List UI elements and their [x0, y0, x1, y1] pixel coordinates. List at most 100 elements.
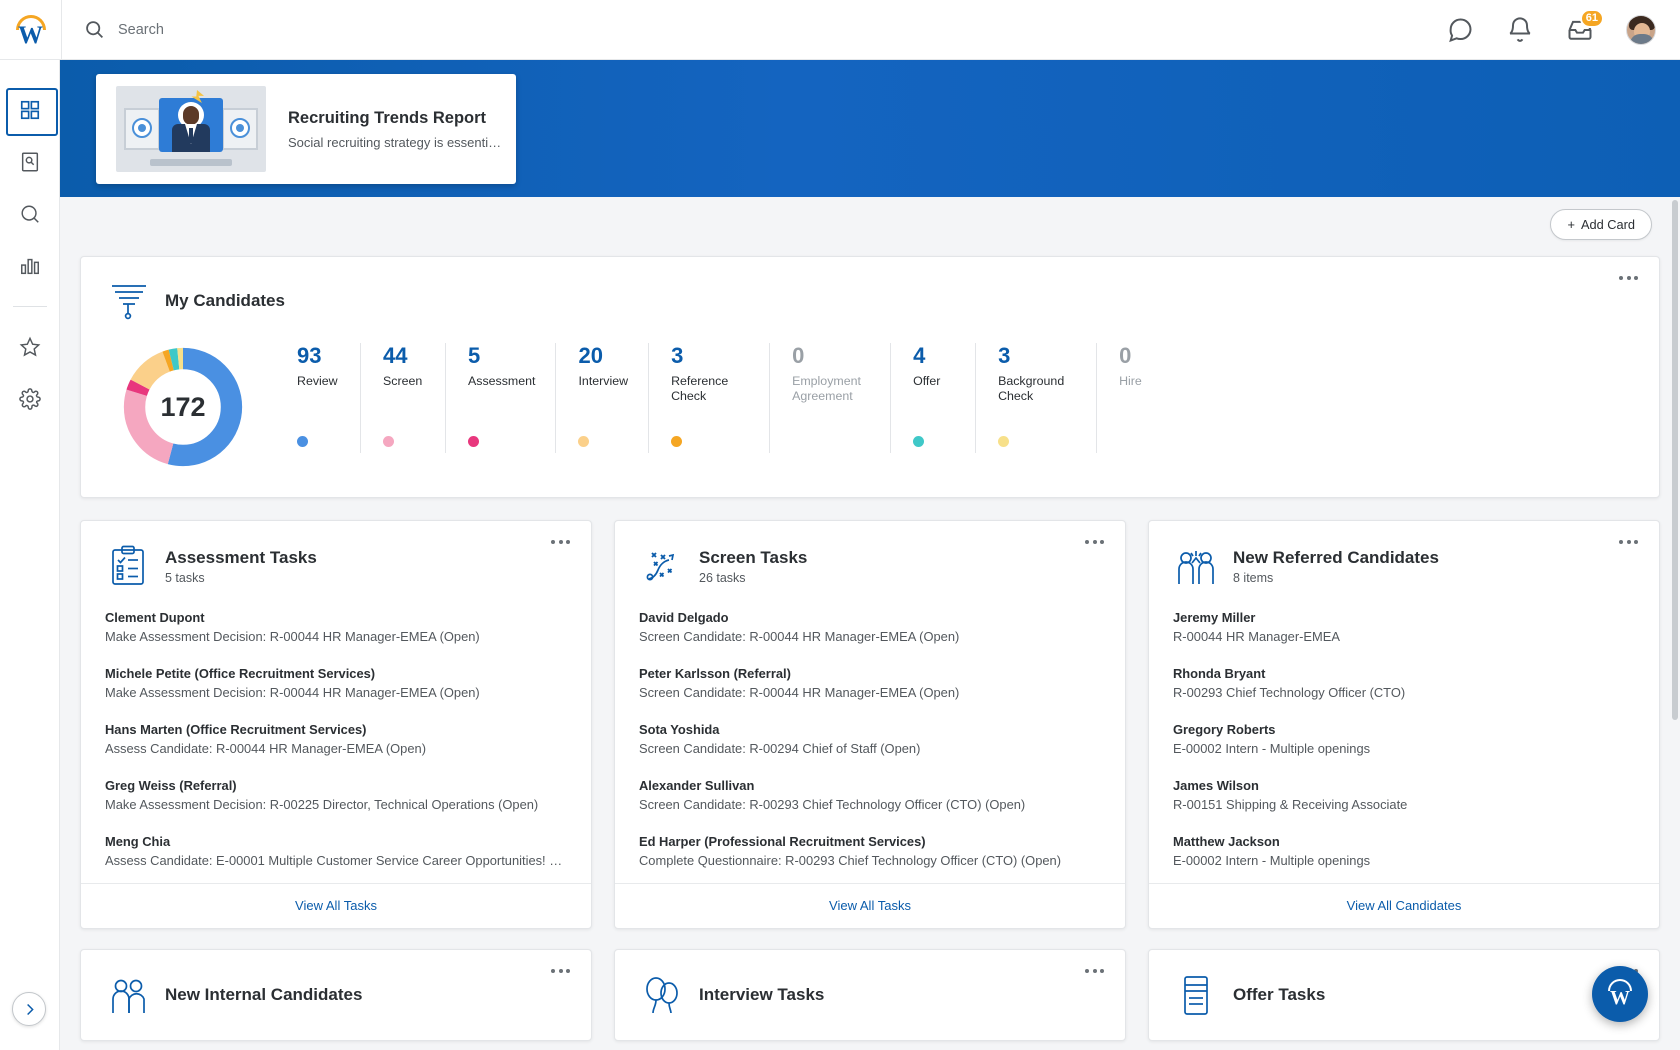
dashboard-icon	[19, 99, 41, 121]
card-footer: View All Tasks	[81, 883, 591, 928]
item-name: Hans Marten (Office Recruitment Services…	[105, 721, 567, 738]
page-scrollbar[interactable]	[1672, 200, 1678, 720]
stat-label: Background Check	[998, 374, 1076, 404]
search-input[interactable]: Search	[118, 22, 164, 38]
new-internal-candidates-card: New Internal Candidates	[80, 949, 592, 1041]
item-description: R-00151 Shipping & Receiving Associate	[1173, 796, 1635, 813]
stat-assessment[interactable]: 5Assessment	[445, 343, 555, 453]
main-content: + Add Card My Candidates 172 93Review44S…	[60, 197, 1680, 1050]
card-menu-button[interactable]	[1080, 535, 1109, 549]
item-name: Ed Harper (Professional Recruitment Serv…	[639, 833, 1101, 850]
search-bar[interactable]: Search	[84, 19, 1446, 40]
card-menu-button[interactable]	[1614, 271, 1643, 285]
card-footer: View All Candidates	[1149, 883, 1659, 928]
chat-icon[interactable]	[1446, 16, 1474, 44]
avatar[interactable]	[1626, 15, 1656, 45]
list-item[interactable]: Meng ChiaAssess Candidate: E-00001 Multi…	[105, 833, 567, 869]
item-name: Gregory Roberts	[1173, 721, 1635, 738]
stat-label: Employment Agreement	[792, 374, 870, 404]
item-description: Screen Candidate: R-00293 Chief Technolo…	[639, 796, 1101, 813]
item-name: Greg Weiss (Referral)	[105, 777, 567, 794]
stat-employment-agreement[interactable]: 0 Employment Agreement	[769, 343, 890, 453]
item-description: R-00293 Chief Technology Officer (CTO)	[1173, 684, 1635, 701]
star-icon	[19, 336, 41, 358]
banner-card[interactable]: Recruiting Trends Report Social recruiti…	[96, 74, 516, 184]
sidebar-item-settings[interactable]	[0, 373, 60, 425]
magnifier-icon	[19, 203, 41, 225]
list-item[interactable]: Ed Harper (Professional Recruitment Serv…	[639, 833, 1101, 869]
balloons-icon	[639, 972, 685, 1018]
list-item[interactable]: Matthew JacksonE-00002 Intern - Multiple…	[1173, 833, 1635, 869]
left-rail	[0, 60, 60, 1050]
stat-screen[interactable]: 44Screen	[360, 343, 445, 453]
banner-subtitle: Social recruiting strategy is essenti…	[288, 135, 501, 150]
stat-value: 0	[792, 343, 870, 369]
item-name: Matthew Jackson	[1173, 833, 1635, 850]
stat-review[interactable]: 93Review	[275, 343, 360, 453]
stat-reference-check[interactable]: 3Reference Check	[648, 343, 769, 453]
stat-hire[interactable]: 0Hire	[1096, 343, 1181, 453]
chevron-right-icon	[22, 1002, 37, 1017]
list-item[interactable]: Jeremy MillerR-00044 HR Manager-EMEA	[1173, 609, 1635, 645]
card-title: Interview Tasks	[699, 985, 824, 1005]
banner: Recruiting Trends Report Social recruiti…	[60, 60, 1680, 197]
inbox-badge: 61	[1580, 9, 1604, 28]
sidebar-item-analytics[interactable]	[0, 240, 60, 292]
view-all-link[interactable]: View All Tasks	[295, 898, 377, 913]
stat-background-check[interactable]: 3Background Check	[975, 343, 1096, 453]
list-item[interactable]: Michele Petite (Office Recruitment Servi…	[105, 665, 567, 701]
donut-total: 172	[119, 343, 247, 471]
donut-chart[interactable]: 172	[119, 343, 247, 471]
sidebar-item-reports[interactable]	[0, 136, 60, 188]
stat-label: Screen	[383, 374, 425, 389]
list-item[interactable]: Greg Weiss (Referral) Make Assessment Dec…	[105, 777, 567, 813]
stat-offer[interactable]: 4Offer	[890, 343, 975, 453]
stat-value: 20	[578, 343, 628, 369]
toolbar: + Add Card	[60, 197, 1680, 240]
search-icon	[84, 19, 105, 40]
card-title: Offer Tasks	[1233, 985, 1325, 1005]
list-item[interactable]: Gregory RobertsE-00002 Intern - Multiple…	[1173, 721, 1635, 757]
card-title: My Candidates	[165, 291, 285, 311]
stat-interview[interactable]: 20Interview	[555, 343, 648, 453]
add-card-button[interactable]: + Add Card	[1550, 209, 1652, 240]
item-description: Make Assessment Decision: R-00225 Direct…	[105, 796, 567, 813]
stat-color-dot	[913, 436, 924, 447]
list-item[interactable]: James WilsonR-00151 Shipping & Receiving…	[1173, 777, 1635, 813]
expand-menu-button[interactable]	[12, 992, 46, 1026]
item-description: R-00044 HR Manager-EMEA	[1173, 628, 1635, 645]
card-menu-button[interactable]	[546, 964, 575, 978]
stat-value: 3	[671, 343, 749, 369]
sidebar-item-dashboard[interactable]	[0, 84, 60, 136]
inbox-icon[interactable]: 61	[1566, 16, 1594, 44]
stat-value: 93	[297, 343, 340, 369]
stat-color-dot	[383, 436, 394, 447]
card-menu-button[interactable]	[1080, 964, 1109, 978]
add-card-label: Add Card	[1581, 217, 1635, 232]
workday-assistant-button[interactable]: W	[1592, 966, 1648, 1022]
card-menu-button[interactable]	[1614, 535, 1643, 549]
workday-logo[interactable]: W	[0, 0, 62, 60]
view-all-link[interactable]: View All Tasks	[829, 898, 911, 913]
stat-color-dot	[297, 436, 308, 447]
card-menu-button[interactable]	[546, 535, 575, 549]
sidebar-item-favorites[interactable]	[0, 321, 60, 373]
list-item[interactable]: David DelgadoScreen Candidate: R-00044 H…	[639, 609, 1101, 645]
list-item[interactable]: Sota YoshidaScreen Candidate: R-00294 Ch…	[639, 721, 1101, 757]
list-item[interactable]: Hans Marten (Office Recruitment Services…	[105, 721, 567, 757]
bell-icon[interactable]	[1506, 16, 1534, 44]
clipboard-check-icon	[105, 543, 151, 589]
list-item[interactable]: Alexander Sullivan Screen Candidate: R-00…	[639, 777, 1101, 813]
item-description: Complete Questionnaire: R-00293 Chief Te…	[639, 852, 1101, 869]
view-all-link[interactable]: View All Candidates	[1347, 898, 1462, 913]
item-name: Alexander Sullivan	[639, 777, 1101, 794]
stat-color-dot	[468, 436, 479, 447]
list-item[interactable]: Peter Karlsson (Referral)Screen Candidat…	[639, 665, 1101, 701]
screen-tasks-card: Screen Tasks26 tasksDavid DelgadoScreen …	[614, 520, 1126, 929]
list-item[interactable]: Clement DupontMake Assessment Decision: …	[105, 609, 567, 645]
stat-value: 5	[468, 343, 535, 369]
card-grid: Assessment Tasks5 tasksClement DupontMak…	[80, 520, 1660, 929]
sidebar-item-discovery[interactable]	[0, 188, 60, 240]
rail-divider	[13, 306, 47, 307]
list-item[interactable]: Rhonda BryantR-00293 Chief Technology Of…	[1173, 665, 1635, 701]
